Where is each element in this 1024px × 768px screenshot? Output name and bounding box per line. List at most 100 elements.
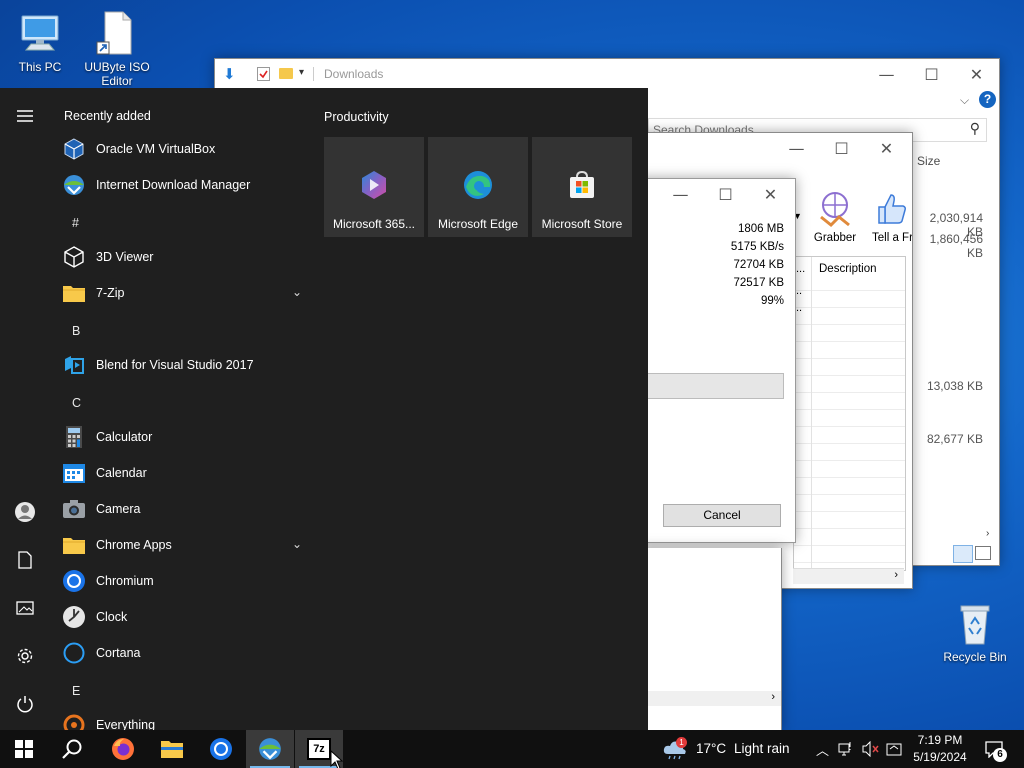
idm-icon [62, 173, 86, 197]
background-window-strip: › [640, 548, 782, 731]
chevron-down-icon[interactable]: ⌄ [292, 285, 302, 299]
app-item-chromium[interactable]: Chromium [62, 565, 302, 597]
app-list[interactable]: Recently added Oracle VM VirtualBox Inte… [50, 88, 312, 730]
tile-microsoft-365[interactable]: Microsoft 365... [324, 137, 424, 237]
ribbon-expand-chevron-icon[interactable]: ⌵ [960, 93, 969, 108]
pictures-icon[interactable] [13, 596, 37, 620]
progress-stat-value: 99% [760, 295, 784, 307]
hamburger-menu-icon[interactable] [13, 104, 37, 128]
file-size-cell: 13,038 KB [926, 379, 983, 393]
scroll-right-arrow-icon[interactable]: › [986, 528, 989, 539]
firefox-icon [112, 738, 134, 760]
show-hidden-icons-chevron-icon[interactable]: ︿ [816, 740, 829, 759]
recently-added-heading: Recently added [64, 109, 151, 123]
start-menu: Recently added Oracle VM VirtualBox Inte… [0, 88, 648, 730]
app-item-everything[interactable]: Everything [62, 709, 302, 730]
horizontal-scrollbar[interactable]: › [793, 568, 904, 584]
progress-stat-value: 72517 KB [733, 277, 784, 289]
column-separator [811, 257, 812, 570]
desktop-icon-label: UUByte ISO Editor [84, 60, 150, 88]
app-item-chrome-apps[interactable]: Chrome Apps ⌄ [62, 529, 302, 561]
recycle-bin-icon [951, 600, 999, 648]
tile-microsoft-store[interactable]: Microsoft Store [532, 137, 632, 237]
app-item-camera[interactable]: Camera [62, 493, 302, 525]
app-item-cortana[interactable]: Cortana [62, 637, 302, 669]
productivity-heading: Productivity [324, 110, 389, 124]
documents-icon[interactable] [13, 548, 37, 572]
column-header-description[interactable]: Description [819, 263, 877, 275]
toolbar-grabber-button[interactable]: Grabber [809, 189, 861, 249]
horizontal-scrollbar[interactable]: › [641, 691, 781, 706]
toolbar-tell-a-friend-button[interactable]: Tell a Fri [867, 189, 912, 249]
taskbar-internet-download-manager[interactable] [246, 730, 294, 768]
row-truncated-marker: .. [796, 285, 803, 297]
tile-label: Microsoft 365... [332, 217, 416, 231]
explorer-titlebar[interactable]: ⬇ ▾ Downloads — ☐ ✕ [215, 59, 999, 89]
search-icon [62, 739, 82, 759]
group-header-c[interactable]: C [72, 396, 81, 410]
app-item-internet-download-manager[interactable]: Internet Download Manager [62, 169, 302, 201]
desktop-icon-this-pc[interactable]: This PC [0, 10, 80, 74]
group-header-e[interactable]: E [72, 684, 80, 698]
app-item-3d-viewer[interactable]: 3D Viewer [62, 241, 302, 273]
settings-gear-icon[interactable] [13, 644, 37, 668]
large-icons-view-icon[interactable] [975, 546, 991, 560]
network-icon[interactable] [838, 741, 854, 757]
action-center-button[interactable]: 6 [981, 730, 1021, 768]
details-view-icon[interactable] [953, 545, 973, 563]
help-icon[interactable]: ? [979, 91, 996, 108]
search-button[interactable] [48, 730, 96, 768]
app-item-7-zip[interactable]: 7-Zip ⌄ [62, 277, 302, 309]
scroll-right-arrow-icon[interactable]: › [771, 691, 775, 703]
tile-microsoft-edge[interactable]: Microsoft Edge [428, 137, 528, 237]
progress-stat-value: 72704 KB [733, 259, 784, 271]
desktop: This PC UUByte ISO Editor Recycle Bin ⬇ [0, 0, 1024, 768]
app-item-clock[interactable]: Clock [62, 601, 302, 633]
clock[interactable]: 7:19 PM 5/19/2024 [905, 730, 975, 768]
keyboard-input-icon[interactable] [886, 741, 902, 757]
taskbar-chromium[interactable] [197, 730, 245, 768]
close-button[interactable]: ✕ [954, 59, 999, 89]
app-item-calculator[interactable]: Calculator [62, 421, 302, 453]
user-account-icon[interactable] [13, 500, 37, 524]
progress-bar [646, 373, 784, 399]
column-header-size[interactable]: Size [917, 154, 940, 168]
group-header-hash[interactable]: # [72, 216, 79, 230]
new-folder-icon[interactable] [279, 68, 293, 79]
toolbar-label: Grabber [813, 232, 857, 244]
taskbar-file-explorer[interactable] [148, 730, 196, 768]
weather-widget[interactable]: 1 17°C Light rain [662, 730, 802, 768]
desktop-icon-label: This PC [18, 60, 62, 74]
close-button[interactable]: ✕ [864, 133, 909, 163]
minimize-button[interactable]: — [658, 179, 703, 209]
volume-muted-icon[interactable] [862, 741, 880, 757]
file-list[interactable]: ... Description .. .. [793, 256, 906, 571]
desktop-icon-recycle-bin[interactable]: Recycle Bin [935, 600, 1015, 664]
app-item-blend-for-visual-studio-2017[interactable]: Blend for Visual Studio 2017 [62, 349, 302, 381]
taskbar-firefox[interactable] [99, 730, 147, 768]
folder-icon [62, 281, 86, 305]
calendar-icon [62, 461, 86, 485]
app-label: Blend for Visual Studio 2017 [96, 358, 254, 372]
maximize-button[interactable]: ☐ [819, 133, 864, 163]
cancel-button[interactable]: Cancel [663, 504, 781, 527]
app-label: 7-Zip [96, 286, 125, 300]
chromium-icon [62, 569, 86, 593]
close-button[interactable]: ✕ [748, 179, 793, 209]
desktop-icon-uubyte-iso-editor[interactable]: UUByte ISO Editor [77, 10, 157, 88]
start-button[interactable] [0, 730, 48, 768]
maximize-button[interactable]: ☐ [909, 59, 954, 89]
7zip-icon: 7z [307, 738, 331, 760]
minimize-button[interactable]: — [864, 59, 909, 89]
chevron-down-icon[interactable]: ⌄ [292, 537, 302, 551]
computer-icon [16, 10, 64, 58]
minimize-button[interactable]: — [774, 133, 819, 163]
properties-check-icon[interactable] [257, 67, 270, 81]
app-item-calendar[interactable]: Calendar [62, 457, 302, 489]
maximize-button[interactable]: ☐ [703, 179, 748, 209]
group-header-b[interactable]: B [72, 324, 80, 338]
quick-access-chevron-icon[interactable]: ▾ [299, 67, 304, 78]
power-icon[interactable] [13, 692, 37, 716]
scroll-right-arrow-icon[interactable]: › [894, 569, 898, 581]
app-item-oracle-vm-virtualbox[interactable]: Oracle VM VirtualBox [62, 133, 302, 165]
